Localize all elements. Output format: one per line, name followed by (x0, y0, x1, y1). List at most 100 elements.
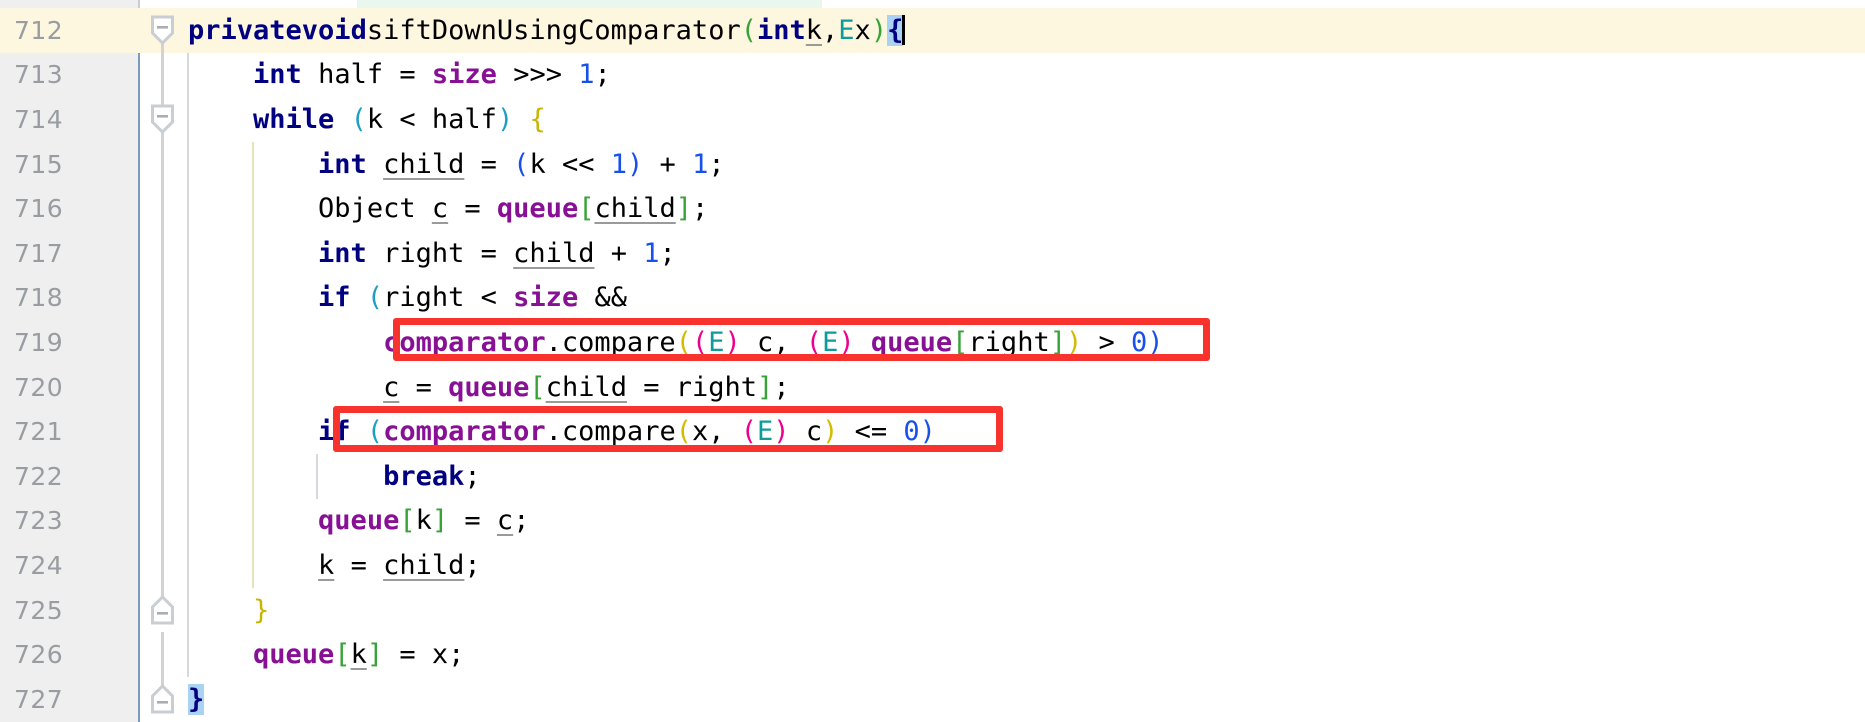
indent-guide (252, 454, 254, 499)
fold-cell-717[interactable] (138, 231, 188, 276)
line-number-719[interactable]: 719 (0, 320, 138, 365)
indent-guide (252, 275, 254, 321)
indent-guide (187, 186, 189, 231)
fold-cell-716[interactable] (138, 186, 188, 231)
code-line-713[interactable]: int half = size >>> 1; (187, 52, 611, 98)
indent-guide (187, 52, 189, 98)
indent-guide (187, 632, 189, 677)
line-number-720[interactable]: 720 (0, 365, 138, 410)
code-line-714[interactable]: while (k < half) { (187, 97, 546, 142)
line-number-721[interactable]: 721 (0, 409, 138, 454)
line-number-716[interactable]: 716 (0, 186, 138, 231)
editor-row-721[interactable]: 721 if (comparator.compare(x, (E) c) <= … (0, 409, 1865, 454)
code-line-727[interactable]: } (188, 677, 205, 722)
fold-cell-714[interactable] (138, 97, 188, 142)
editor-row-715[interactable]: 715 int child = (k << 1) + 1; (0, 141, 1865, 187)
indent-guide (252, 186, 254, 231)
fold-expand-end-icon[interactable] (150, 594, 175, 625)
fold-guide-line (161, 275, 164, 321)
code-line-718[interactable]: if (right < size && (187, 275, 627, 321)
fold-cell-713[interactable] (138, 52, 188, 98)
editor-row-725[interactable]: 725 } (0, 587, 1865, 633)
line-number-724[interactable]: 724 (0, 543, 138, 588)
line-number-726[interactable]: 726 (0, 632, 138, 677)
indent-guide (187, 141, 189, 187)
code-line-721[interactable]: if (comparator.compare(x, (E) c) <= 0) (187, 409, 936, 454)
partial-separator (138, 0, 140, 8)
partial-fold-column (140, 0, 188, 8)
fold-cell-727[interactable] (138, 677, 188, 722)
code-line-715[interactable]: int child = (k << 1) + 1; (187, 141, 725, 187)
editor-row-714[interactable]: 714 while (k < half) { (0, 97, 1865, 142)
editor-row-712[interactable]: 712 private void siftDownUsingComparator… (0, 8, 1865, 53)
line-number-725[interactable]: 725 (0, 588, 138, 633)
partial-gutter (0, 0, 138, 8)
fold-cell-719[interactable] (138, 320, 188, 365)
added-line-highlight (357, 0, 822, 8)
indent-guide (187, 320, 189, 365)
indent-guide (252, 409, 254, 454)
fold-guide-line (161, 52, 164, 98)
fold-cell-723[interactable] (138, 498, 188, 544)
fold-cell-715[interactable] (138, 141, 188, 187)
code-line-719[interactable]: comparator.compare((E) c, (E) queue[righ… (187, 320, 1164, 365)
fold-cell-720[interactable] (138, 364, 188, 410)
code-line-723[interactable]: queue[k] = c; (187, 498, 529, 544)
line-number-717[interactable]: 717 (0, 231, 138, 276)
line-number-712[interactable]: 712 (0, 8, 138, 53)
code-editor[interactable]: 712 private void siftDownUsingComparator… (0, 0, 1865, 722)
editor-row-713[interactable]: 713 int half = size >>> 1; (0, 52, 1865, 98)
code-line-720[interactable]: c = queue[child = right]; (187, 364, 790, 410)
indent-guide (187, 231, 189, 276)
line-number-715[interactable]: 715 (0, 142, 138, 187)
fold-cell-726[interactable] (138, 632, 188, 677)
code-line-726[interactable]: queue[k] = x; (187, 632, 464, 677)
indent-guide (187, 498, 189, 544)
editor-row-724[interactable]: 724 k = child; (0, 543, 1865, 588)
indent-guide (316, 454, 318, 499)
editor-row-726[interactable]: 726 queue[k] = x; (0, 632, 1865, 677)
line-number-722[interactable]: 722 (0, 454, 138, 499)
indent-guide (187, 543, 189, 588)
fold-cell-722[interactable] (138, 454, 188, 499)
editor-row-717[interactable]: 717 int right = child + 1; (0, 231, 1865, 276)
indent-guide (187, 409, 189, 454)
indent-guide (252, 543, 254, 588)
fold-guide-line (161, 543, 164, 588)
line-number-714[interactable]: 714 (0, 97, 138, 142)
fold-collapse-icon[interactable] (150, 104, 175, 135)
code-line-712[interactable]: private void siftDownUsingComparator(int… (188, 8, 906, 53)
fold-cell-712[interactable] (138, 8, 188, 53)
code-line-725[interactable]: } (187, 587, 269, 633)
indent-guide (187, 587, 189, 633)
indent-guide (252, 141, 254, 187)
editor-row-723[interactable]: 723 queue[k] = c; (0, 498, 1865, 544)
code-line-717[interactable]: int right = child + 1; (187, 231, 676, 276)
fold-cell-721[interactable] (138, 409, 188, 454)
fold-guide-line (161, 231, 164, 276)
fold-expand-end-icon[interactable] (150, 684, 175, 714)
editor-row-718[interactable]: 718 if (right < size && (0, 275, 1865, 321)
fold-cell-725[interactable] (138, 587, 188, 633)
fold-guide-line (161, 364, 164, 410)
editor-row-720[interactable]: 720 c = queue[child = right]; (0, 364, 1865, 410)
fold-cell-724[interactable] (138, 543, 188, 588)
fold-cell-718[interactable] (138, 275, 188, 321)
editor-row-719[interactable]: 719 comparator.compare((E) c, (E) queue[… (0, 320, 1865, 365)
code-line-722[interactable]: break; (187, 454, 481, 499)
line-number-718[interactable]: 718 (0, 276, 138, 321)
line-number-713[interactable]: 713 (0, 53, 138, 98)
fold-guide-line (161, 320, 164, 365)
editor-row-727[interactable]: 727 } (0, 677, 1865, 722)
fold-collapse-icon[interactable] (150, 15, 175, 45)
line-number-727[interactable]: 727 (0, 677, 138, 722)
editor-row-722[interactable]: 722 break; (0, 454, 1865, 499)
fold-guide-line (161, 141, 164, 187)
editor-row-716[interactable]: 716 Object c = queue[child]; (0, 186, 1865, 231)
indent-guide (187, 97, 189, 142)
line-number-723[interactable]: 723 (0, 499, 138, 544)
code-line-724[interactable]: k = child; (187, 543, 481, 588)
code-line-716[interactable]: Object c = queue[child]; (187, 186, 708, 231)
indent-guide (187, 275, 189, 321)
fold-guide-line (161, 632, 164, 677)
